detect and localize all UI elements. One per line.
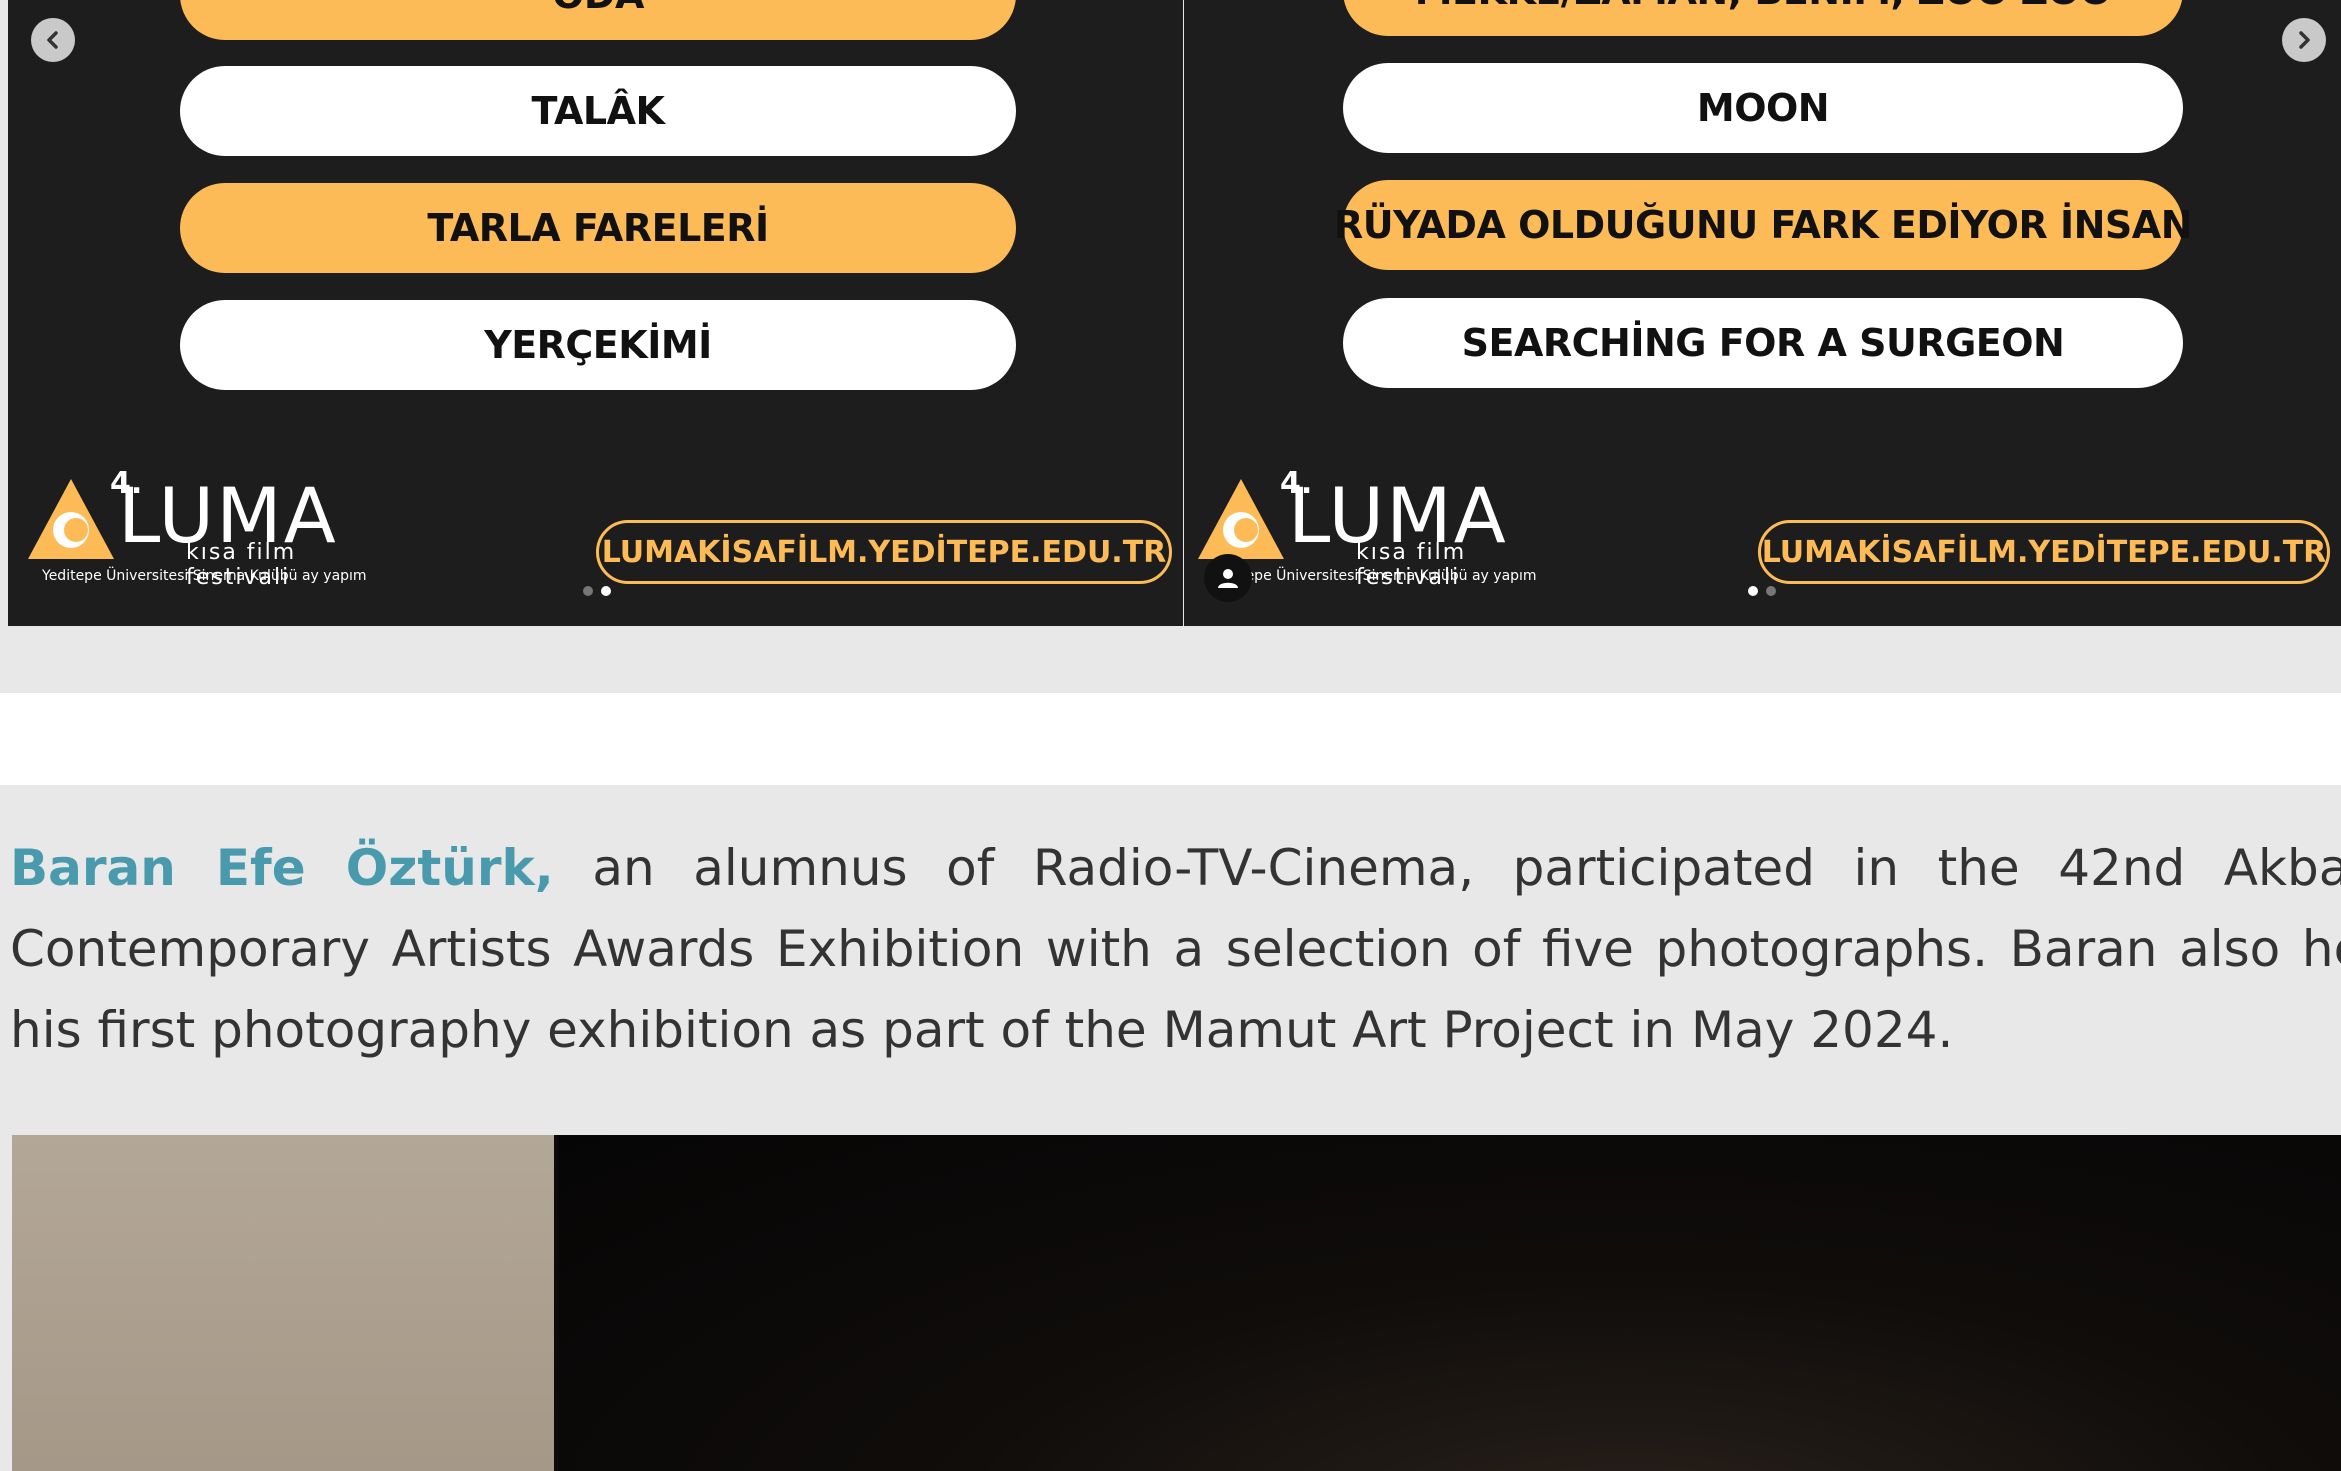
section-divider [0,693,2341,785]
luma-triangle-icon [1198,479,1284,559]
luma-triangle-icon [28,479,114,559]
film-title-pill: TARLA FARELERİ [180,183,1016,273]
article-paragraph: Baran Efe Öztürk, an alumnus of Radio-TV… [10,828,2341,1071]
carousel-prev-button[interactable] [31,18,75,62]
luma-festival-logo: 4. LUMA kısa film festivali Yeditepe Üni… [26,466,367,590]
carousel-slide-left[interactable]: ODA TALÂK TARLA FARELERİ YERÇEKİMİ 4. LU… [8,0,1183,626]
film-title-pill: TALÂK [180,66,1016,156]
photo-wall-area [12,1135,554,1471]
image-carousel[interactable]: ODA TALÂK TARLA FARELERİ YERÇEKİMİ 4. LU… [0,0,2341,626]
carousel-slide-right[interactable]: MEKKE/ZAMAN, BENİM, ZOO ZOO MOON RÜYADA … [1184,0,2341,626]
carousel-next-button[interactable] [2282,18,2326,62]
slide-dot-active[interactable] [1748,586,1758,596]
festival-url-pill: LUMAKİSAFİLM.YEDİTEPE.EDU.TR [1758,520,2330,584]
film-title-pill: RÜYADA OLDUĞUNU FARK EDİYOR İNSAN [1334,180,2193,270]
exhibition-photo [12,1135,2341,1471]
user-avatar-button[interactable] [1204,554,1252,602]
slide-dot[interactable] [583,586,593,596]
film-title-pill: ODA [180,0,1016,40]
photo-dark-area [558,1135,2341,1471]
logo-organizer: Yeditepe Üniversitesi Sinema Kulübü ay y… [42,568,367,584]
slide-indicator[interactable] [583,586,611,596]
film-title-pill: YERÇEKİMİ [180,300,1016,390]
film-title-pill: MEKKE/ZAMAN, BENİM, ZOO ZOO [1343,0,2183,36]
person-name: Baran Efe Öztürk, [10,839,554,897]
logo-organizer: Yeditepe Üniversitesi Sinema Kulübü ay y… [1212,568,1537,584]
chevron-left-icon [47,31,58,49]
slide-indicator[interactable] [1748,586,1776,596]
user-icon [1218,569,1238,588]
chevron-right-icon [2299,31,2310,49]
slide-dot[interactable] [1766,586,1776,596]
slide-dot-active[interactable] [601,586,611,596]
film-title-pill: SEARCHİNG FOR A SURGEON [1343,298,2183,388]
festival-url-pill: LUMAKİSAFİLM.YEDİTEPE.EDU.TR [596,520,1172,584]
film-title-pill: MOON [1343,63,2183,153]
